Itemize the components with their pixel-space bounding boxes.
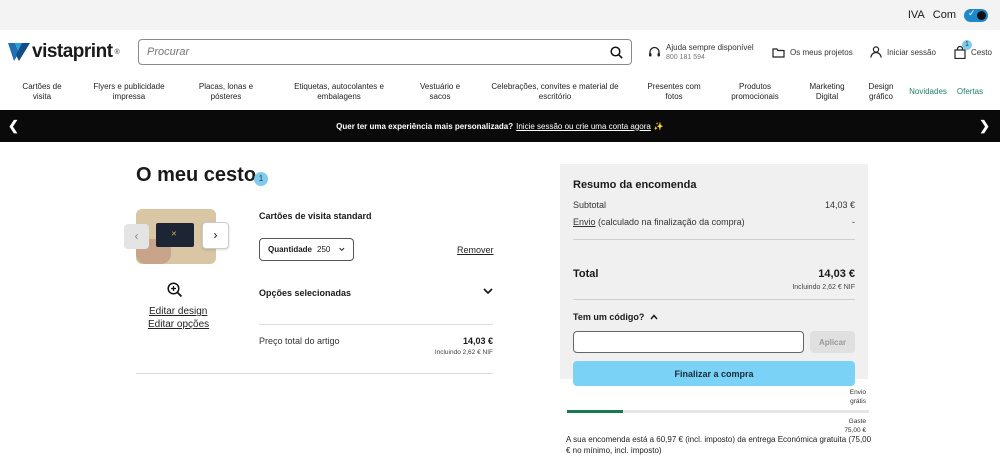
options-label: Opções selecionadas [259,288,352,298]
user-icon [870,46,882,58]
nav-clothing[interactable]: Vestuário e sacos [404,82,476,102]
banner-login-link[interactable]: Inicie sessão ou crie uma conta agora [516,122,651,131]
spend-threshold-label: Gaste 75,00 € [844,418,866,434]
vat-value: Com [932,9,956,21]
promo-code-toggle[interactable]: Tem um código? [573,312,658,322]
site-header: vistaprint ® Ajuda sempre disponível 800… [0,30,1000,74]
projects-label: Os meus projetos [790,47,853,57]
cart-item-count-badge: 1 [254,172,268,186]
search-bar [138,39,632,65]
total-row: Total 14,03 € [573,268,855,280]
chevron-left-icon: ‹ [134,229,139,243]
cart-count-badge: 1 [962,39,972,50]
projects-link[interactable]: Os meus projetos [772,47,870,58]
checkout-button[interactable]: Finalizar a compra [573,361,855,386]
item-price-label: Preço total do artigo [259,336,340,346]
login-link[interactable]: Iniciar sessão [870,46,954,58]
quantity-select[interactable]: Quantidade 250 [259,238,354,261]
brand-name: vistaprint [32,41,113,62]
divider [573,239,855,240]
divider [573,299,855,300]
login-label: Iniciar sessão [887,47,936,57]
cart-label: Cesto [971,47,992,57]
headset-icon [649,46,660,56]
top-utility-bar: IVA Com ✓ [0,0,1000,30]
shipping-link[interactable]: Envio [573,217,596,227]
zoom-in-icon[interactable] [167,282,183,298]
nav-graphic-design[interactable]: Design gráfico [858,82,904,102]
subtotal-label: Subtotal [573,200,607,210]
promo-code-input[interactable] [573,331,804,353]
nav-flyers[interactable]: Flyers e publicidade impressa [80,82,178,102]
chevron-left-icon[interactable]: ❮ [8,118,19,134]
summary-title: Resumo da encomenda [573,179,697,191]
chevron-up-icon [650,314,658,320]
shipping-note: (calculado na finalização da compra) [598,217,745,227]
chevron-down-icon [339,247,345,251]
product-name: Cartões de visita standard [259,211,372,221]
item-price-value: 14,03 € [462,336,493,346]
chevron-right-icon: › [213,228,218,242]
progress-fill [567,410,624,413]
sparkle-icon: ✨ [653,121,664,131]
free-shipping-note: A sua encomenda está a 60,97 € (incl. im… [566,435,872,455]
total-label: Total [573,268,599,280]
nav-digital-marketing[interactable]: Marketing Digital [796,82,858,102]
shipping-value: - [852,217,855,227]
shipping-row: Envio (calculado na finalização da compr… [573,217,855,227]
cart-link[interactable]: 1 Cesto [954,39,992,59]
business-card-graphic: ✕ [156,223,194,247]
nav-offers[interactable]: Ofertas [952,87,988,97]
promo-code-label: Tem um código? [573,312,645,322]
total-tax-note: Incluindo 2,62 € NIF [792,284,855,291]
header-links: Ajuda sempre disponível 800 181 594 Os m… [648,30,992,74]
main-nav: Cartões de visita Flyers e publicidade imp… [0,74,1000,110]
free-shipping-label: Envio grátis [849,389,866,405]
quantity-label: Quantidade [268,245,313,254]
registered-mark: ® [114,48,120,56]
search-input[interactable] [147,46,610,58]
help-phone: 800 181 594 [666,54,705,61]
total-value: 14,03 € [818,268,855,280]
banner-text: Quer ter uma experiência mais personaliz… [336,121,514,131]
divider [259,324,493,325]
nav-signs[interactable]: Placas, lonas e pósteres [178,82,274,102]
help-title: Ajuda sempre disponível [666,43,754,52]
remove-item-link[interactable]: Remover [457,245,494,255]
vat-label: IVA [907,9,925,21]
toggle-knob [977,10,986,20]
selected-options-toggle[interactable]: Opções selecionadas [259,288,493,298]
search-icon[interactable] [610,45,623,59]
promo-banner: ❮ Quer ter uma experiência mais personal… [0,110,1000,142]
subtotal-value: 14,03 € [824,200,855,210]
apply-code-button[interactable]: Aplicar [810,331,855,353]
help-link[interactable]: Ajuda sempre disponível 800 181 594 [648,43,772,61]
nav-photo-gifts[interactable]: Presentes com fotos [634,82,714,102]
free-shipping-progress-bar [567,410,869,413]
page-title: O meu cesto [136,164,257,186]
vat-toggle[interactable]: ✓ [964,7,988,22]
check-icon: ✓ [968,7,976,18]
chevron-right-icon[interactable]: ❯ [979,118,990,134]
previous-image-button[interactable]: ‹ [124,224,149,249]
nav-labels[interactable]: Etiquetas, autocolantes e embalagens [274,82,404,102]
nav-promo-products[interactable]: Produtos promocionais [714,82,796,102]
nav-celebrations[interactable]: Celebrações, convites e material de escri… [476,82,634,102]
edit-design-link[interactable]: Editar design [149,306,207,317]
folder-icon [772,47,785,58]
item-price-tax-note: Incluindo 2,62 € NIF [434,349,493,356]
cart-page: O meu cesto 1 ✕ ‹ › Editar design Editar… [0,142,1000,470]
quantity-value: 250 [317,245,331,254]
nav-new[interactable]: Novidades [904,87,952,97]
chevron-down-icon [483,288,493,295]
subtotal-row: Subtotal 14,03 € [573,200,855,210]
vistaprint-logo-icon [8,43,30,61]
next-image-button[interactable]: › [202,222,229,249]
order-summary-panel: Resumo da encomenda Subtotal 14,03 € Env… [560,164,868,386]
nav-business-cards[interactable]: Cartões de visita [4,82,80,102]
edit-options-link[interactable]: Editar opções [148,319,209,330]
divider [136,373,493,374]
card-logo-icon: ✕ [171,231,177,238]
